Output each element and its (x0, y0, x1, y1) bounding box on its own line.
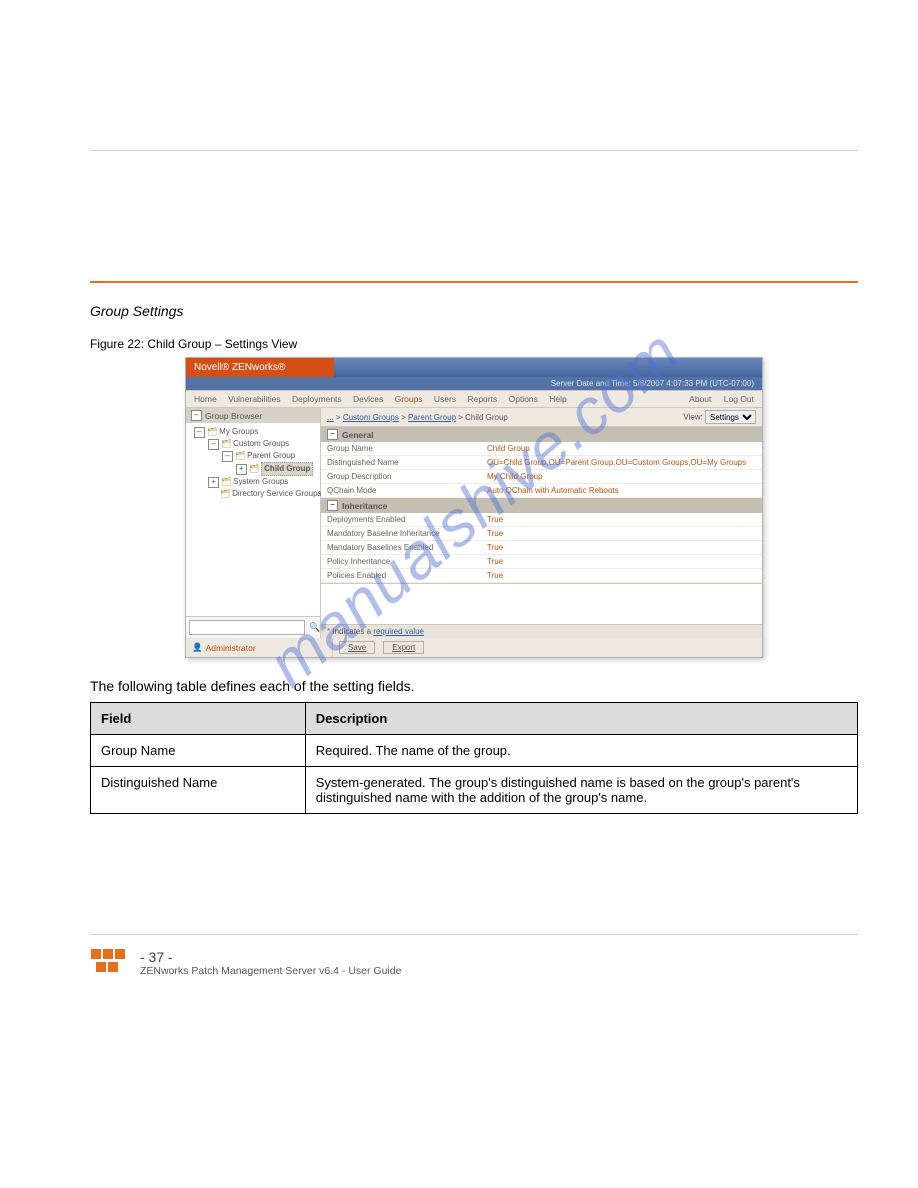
collapse-icon[interactable]: – (327, 500, 338, 511)
required-text-a: Indicates a (332, 627, 373, 636)
menu-reports[interactable]: Reports (467, 394, 497, 404)
kv-key: Group Name (327, 444, 487, 453)
bottom-divider (90, 934, 858, 935)
server-time: Server Date and Time: 5/8/2007 4:07:33 P… (186, 377, 762, 390)
search-icon[interactable]: 🔍 (309, 622, 320, 633)
kv-value: True (487, 557, 756, 566)
current-user: Administrator (206, 643, 256, 653)
required-note: * Indicates a required value (321, 625, 762, 638)
app-brand: Novell® ZENworks® (186, 358, 334, 377)
breadcrumb-sep: > (336, 413, 343, 422)
kv-value: OU=Child Group,OU=Parent Group,OU=Custom… (487, 458, 756, 467)
kv-key: Mandatory Baselines Enabled (327, 543, 487, 552)
folder-icon: 🗂 (207, 426, 217, 438)
kv-value: Auto QChain with Automatic Reboots (487, 486, 756, 495)
table-cell: Group Name (91, 735, 306, 767)
tree-parent-group[interactable]: Parent Group (247, 450, 295, 462)
menu-options[interactable]: Options (509, 394, 538, 404)
kv-key: Group Description (327, 472, 487, 481)
table-header-field: Field (91, 703, 306, 735)
breadcrumb-current: Child Group (465, 413, 508, 422)
tree-toggle-icon[interactable]: – (191, 410, 202, 421)
menu-logout[interactable]: Log Out (724, 394, 754, 404)
tree-child-group[interactable]: Child Group (261, 462, 313, 476)
folder-icon: 🗂 (249, 463, 259, 475)
breadcrumb-parent[interactable]: Parent Group (408, 413, 456, 422)
kv-value: True (487, 571, 756, 580)
breadcrumb-custom[interactable]: Custom Groups (343, 413, 399, 422)
required-text-b: required value (373, 627, 424, 636)
kv-value: My Child Group (487, 472, 756, 481)
kv-value: True (487, 515, 756, 524)
group-browser-header: – Group Browser (186, 408, 320, 423)
expand-icon[interactable]: – (208, 439, 219, 450)
group-browser-title: Group Browser (205, 411, 262, 421)
expand-icon[interactable]: + (236, 464, 247, 475)
kv-value: True (487, 543, 756, 552)
expand-icon[interactable]: – (194, 427, 205, 438)
kv-key: Policies Enabled (327, 571, 487, 580)
kv-value: Child Group (487, 444, 756, 453)
section-general: General (342, 430, 374, 440)
folder-icon: 🗂 (221, 476, 231, 488)
kv-key: Distinguished Name (327, 458, 487, 467)
folder-icon: 🗂 (220, 488, 230, 500)
menu-about[interactable]: About (689, 394, 711, 404)
field-table: Field Description Group Name Required. T… (90, 702, 858, 814)
table-cell: Distinguished Name (91, 767, 306, 814)
group-tree: –🗂My Groups –🗂Custom Groups –🗂Parent Gro… (186, 423, 320, 616)
page-footer: - 37 - ZENworks Patch Management Server … (90, 949, 858, 977)
footer-logo (90, 949, 126, 975)
kv-key: Policy Inheritance (327, 557, 487, 566)
table-intro: The following table defines each of the … (90, 678, 858, 694)
section-title: Group Settings (90, 303, 858, 319)
top-divider (90, 150, 858, 151)
table-cell: Required. The name of the group. (305, 735, 857, 767)
view-label: View: (683, 413, 702, 422)
menu-home[interactable]: Home (194, 394, 217, 404)
kv-value: True (487, 529, 756, 538)
section-inheritance: Inheritance (342, 501, 387, 511)
screenshot: manualshive.com Novell® ZENworks® Server… (185, 357, 763, 658)
menu-bar: Home Vulnerabilities Deployments Devices… (186, 390, 762, 408)
tree-custom-groups[interactable]: Custom Groups (233, 438, 289, 450)
menu-users[interactable]: Users (434, 394, 456, 404)
expand-icon[interactable]: + (208, 477, 219, 488)
tree-system-groups[interactable]: System Groups (233, 476, 288, 488)
details-pane (321, 584, 762, 625)
kv-key: Mandatory Baseline Inheritance (327, 529, 487, 538)
menu-help[interactable]: Help (549, 394, 566, 404)
figure-label: Figure 22: Child Group – Settings View (90, 337, 858, 351)
breadcrumb-up[interactable]: ... (327, 413, 334, 422)
kv-key: QChain Mode (327, 486, 487, 495)
menu-groups[interactable]: Groups (395, 394, 423, 404)
view-select[interactable]: Settings (705, 410, 756, 424)
table-cell: System-generated. The group's distinguis… (305, 767, 857, 814)
breadcrumb-bar: ... > Custom Groups > Parent Group > Chi… (321, 408, 762, 427)
kv-key: Deployments Enabled (327, 515, 487, 524)
doc-title: ZENworks Patch Management Server v6.4 - … (140, 965, 401, 977)
section-divider (90, 281, 858, 283)
breadcrumb-sep: > (401, 413, 408, 422)
save-button[interactable]: Save (339, 641, 375, 654)
expand-icon[interactable]: – (222, 451, 233, 462)
collapse-icon[interactable]: – (327, 429, 338, 440)
tree-search-input[interactable] (189, 620, 305, 635)
menu-deployments[interactable]: Deployments (292, 394, 342, 404)
required-star: * (327, 627, 330, 636)
page-number: - 37 - (140, 949, 173, 965)
header-banner (334, 358, 762, 377)
tree-my-groups[interactable]: My Groups (219, 426, 258, 438)
table-header-description: Description (305, 703, 857, 735)
menu-vulnerabilities[interactable]: Vulnerabilities (228, 394, 281, 404)
folder-icon: 🗂 (221, 438, 231, 450)
tree-directory-groups[interactable]: Directory Service Groups (232, 488, 321, 500)
menu-devices[interactable]: Devices (353, 394, 383, 404)
folder-icon: 🗂 (235, 450, 245, 462)
user-icon: 👤 (192, 642, 203, 653)
export-button[interactable]: Export (383, 641, 424, 654)
